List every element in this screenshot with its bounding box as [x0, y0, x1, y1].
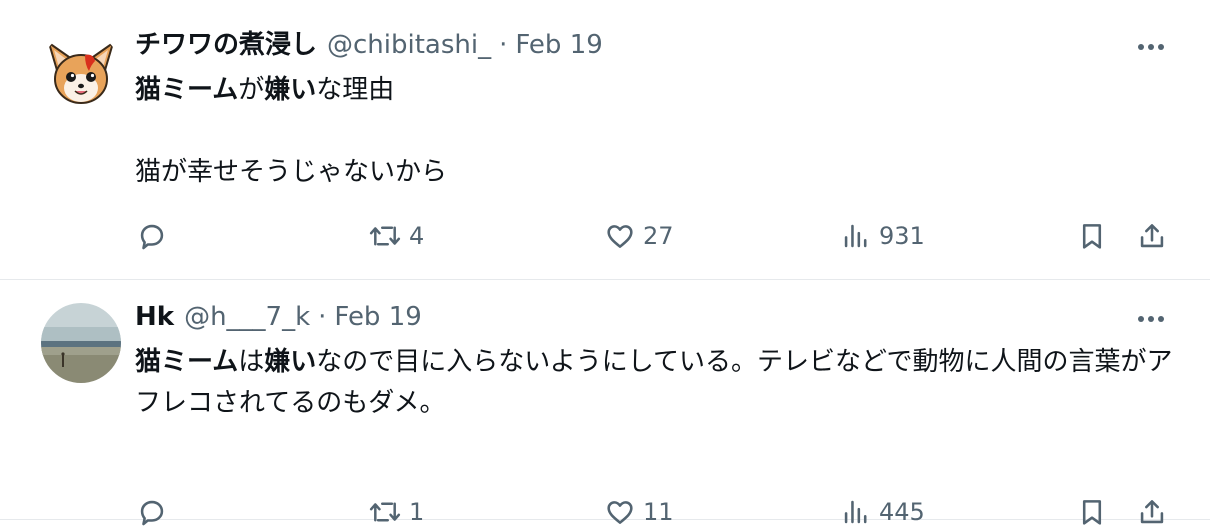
retweet-count: 4 — [409, 222, 425, 250]
bold-text: 嫌い — [264, 347, 317, 377]
share-button[interactable] — [1135, 216, 1169, 256]
user-handle[interactable]: @h___7_k — [184, 300, 310, 334]
separator-dot: · — [499, 30, 508, 60]
avatar[interactable] — [41, 303, 121, 383]
like-button[interactable]: 27 — [603, 216, 674, 256]
reply-button[interactable] — [135, 492, 175, 532]
more-horizontal-icon — [1138, 44, 1164, 50]
tweet-date[interactable]: Feb 19 — [515, 28, 602, 62]
retweet-icon — [369, 226, 401, 246]
tweet-header: Hk @h___7_k · Feb 19 — [135, 300, 422, 334]
bookmark-button[interactable] — [1075, 492, 1109, 532]
views-button[interactable]: 931 — [839, 216, 925, 256]
views-count: 445 — [879, 498, 925, 526]
avatar[interactable] — [41, 31, 121, 111]
reply-bubble-icon — [140, 500, 164, 526]
plain-text: が — [238, 75, 265, 105]
like-button[interactable]: 11 — [603, 492, 674, 532]
tweet[interactable]: Hk @h___7_k · Feb 19 猫ミームは嫌いなので目に入らないように… — [0, 280, 1210, 526]
bold-text: 嫌い — [264, 75, 317, 105]
more-button[interactable] — [1134, 30, 1168, 64]
heart-icon — [607, 225, 633, 248]
more-button[interactable] — [1134, 302, 1168, 336]
tweet-text-line: 猫が幸せそうじゃないから — [135, 157, 448, 187]
views-bar-chart-icon — [844, 224, 867, 248]
user-handle[interactable]: @chibitashi_ — [327, 28, 491, 62]
retweet-button[interactable]: 4 — [367, 216, 424, 256]
share-upload-icon — [1140, 500, 1164, 524]
heart-icon — [607, 501, 633, 524]
share-upload-icon — [1140, 224, 1164, 248]
views-count: 931 — [879, 222, 925, 250]
retweet-button[interactable]: 1 — [367, 492, 424, 532]
views-bar-chart-icon — [844, 500, 867, 524]
more-horizontal-icon — [1138, 316, 1164, 322]
like-count: 11 — [643, 498, 674, 526]
tweet-text: 猫ミームが嫌いな理由 猫が幸せそうじゃないから — [135, 70, 1175, 193]
tweet-date[interactable]: Feb 19 — [334, 300, 421, 334]
tweet-text: 猫ミームは嫌いなので目に入らないようにしている。テレビなどで動物に人間の言葉がア… — [135, 342, 1175, 424]
bookmark-icon — [1082, 224, 1102, 249]
chihuahua-avatar-icon — [41, 31, 121, 111]
plain-text: は — [238, 347, 265, 377]
reply-button[interactable] — [135, 216, 175, 256]
plain-text: な理由 — [316, 75, 395, 105]
bookmark-button[interactable] — [1075, 216, 1109, 256]
tweet[interactable]: チワワの煮浸し @chibitashi_ · Feb 19 猫ミームが嫌いな理由… — [0, 0, 1210, 280]
display-name[interactable]: チワワの煮浸し — [135, 28, 317, 62]
bookmark-icon — [1082, 500, 1102, 525]
retweet-icon — [369, 502, 401, 522]
tweet-text-line: 猫ミームが嫌いな理由 — [135, 70, 1175, 111]
reply-bubble-icon — [140, 224, 164, 250]
action-bar: 4 27 931 — [135, 216, 1170, 256]
tweet-header: チワワの煮浸し @chibitashi_ · Feb 19 — [135, 28, 603, 62]
share-button[interactable] — [1135, 492, 1169, 532]
retweet-count: 1 — [409, 498, 425, 526]
display-name[interactable]: Hk — [135, 300, 174, 334]
beach-landscape-avatar-icon — [41, 303, 121, 383]
views-button[interactable]: 445 — [839, 492, 925, 532]
bold-text: 猫ミーム — [135, 347, 239, 377]
action-bar: 1 11 445 — [135, 492, 1170, 532]
separator-dot: · — [318, 302, 327, 332]
bold-text: 猫ミーム — [135, 75, 239, 105]
like-count: 27 — [643, 222, 674, 250]
